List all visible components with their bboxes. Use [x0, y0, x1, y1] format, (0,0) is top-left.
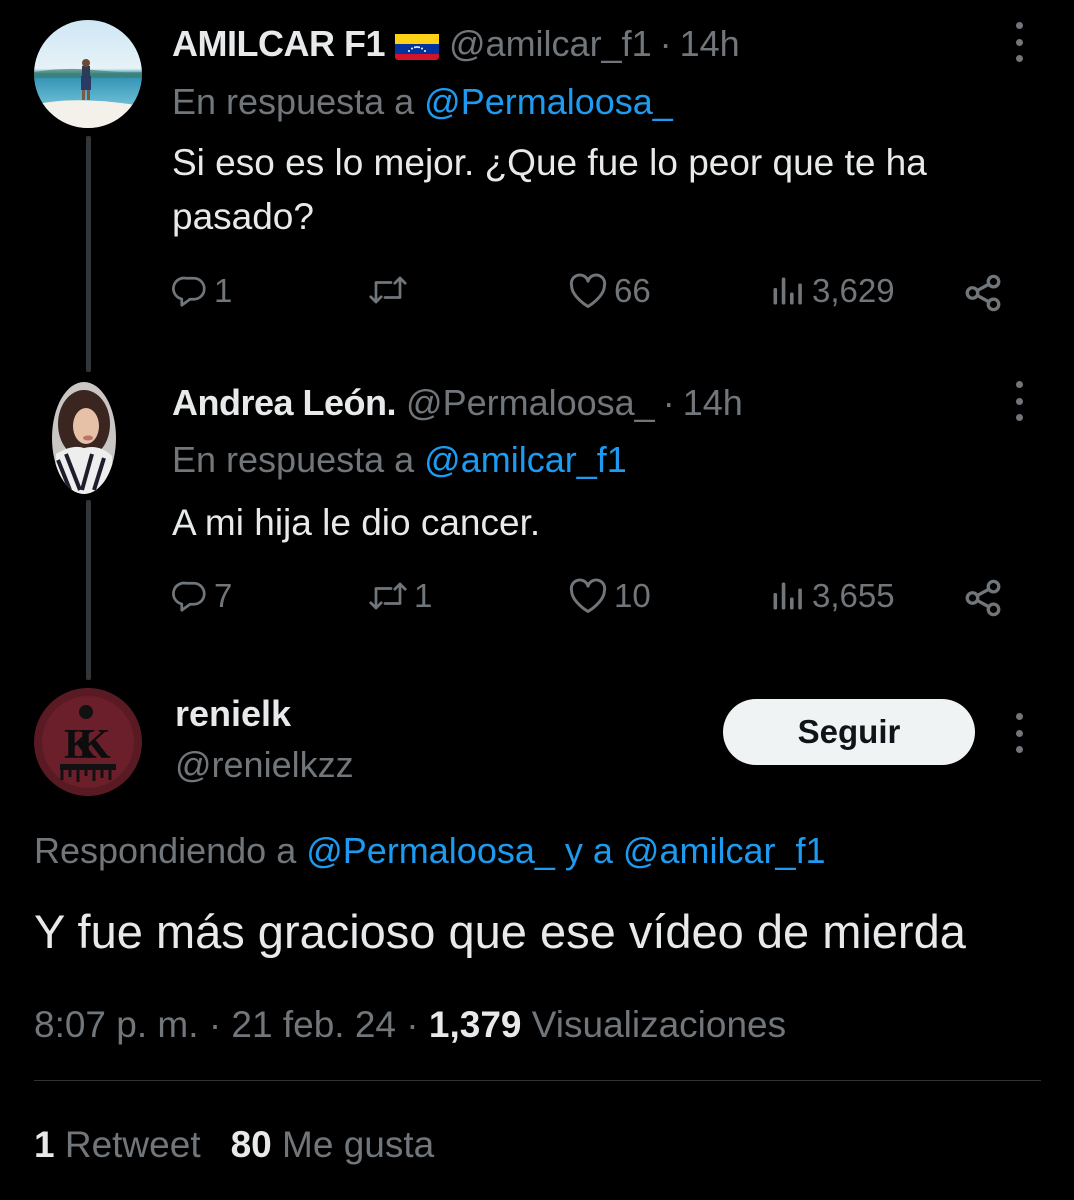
replying-mentions[interactable]: @Permaloosa_ y a @amilcar_f1 [306, 830, 825, 871]
venezuela-flag-icon [395, 30, 439, 60]
timestamp[interactable]: 14h [680, 22, 740, 66]
tweet-header: Andrea León. @Permaloosa_ · 14h [172, 381, 743, 425]
reply-prefix: En respuesta a [172, 439, 415, 480]
separator: · [662, 382, 675, 423]
reply-context: En respuesta a @amilcar_f1 [172, 438, 627, 482]
retweets-label: Retweet [64, 1124, 201, 1165]
reply-icon [172, 581, 206, 612]
like-count: 10 [614, 577, 651, 614]
avatar[interactable]: K K [34, 688, 142, 796]
analytics-icon [773, 277, 802, 305]
post-time[interactable]: 8:07 p. m. [34, 1004, 199, 1045]
views-count: 1,379 [428, 1004, 522, 1045]
replying-context: Respondiendo a @Permaloosa_ y a @amilcar… [34, 828, 826, 874]
thread-line [86, 136, 91, 372]
follow-button[interactable]: Seguir [723, 699, 975, 765]
tweet-actions: 7 1 10 3,655 [172, 577, 1012, 627]
avatar[interactable] [34, 20, 142, 128]
like-button[interactable]: 10 [568, 577, 651, 615]
tweet-actions: 1 66 3,629 [172, 272, 1012, 322]
author-handle[interactable]: @renielkzz [175, 743, 354, 787]
views-button[interactable]: 3,655 [768, 577, 895, 615]
likes-count: 80 [230, 1124, 272, 1165]
reply-prefix: En respuesta a [172, 81, 415, 122]
views-label: Visualizaciones [531, 1004, 787, 1045]
thread-line [86, 500, 91, 680]
tweet-text: Si eso es lo mejor. ¿Que fue lo peor que… [172, 142, 927, 237]
heart-icon [569, 578, 607, 614]
retweet-button[interactable] [368, 272, 414, 308]
author-handle[interactable]: @Permaloosa_ [406, 381, 655, 425]
like-count: 66 [614, 272, 651, 309]
main-tweet-text: Y fue más gracioso que ese vídeo de mier… [34, 905, 966, 958]
tweet-thread-view: AMILCAR F1 @amilcar_f1 · 14h En respuest… [0, 0, 1074, 1200]
reply-count: 7 [214, 577, 233, 614]
separator: · [659, 23, 672, 64]
reply-context: En respuesta a @Permaloosa_ [172, 80, 673, 124]
separator: · [406, 1004, 419, 1045]
share-button[interactable] [962, 577, 1004, 619]
likes-stat[interactable]: 80 Me gusta [231, 1124, 435, 1165]
views-count: 3,629 [812, 272, 895, 309]
separator: · [208, 1004, 222, 1045]
reply-mention[interactable]: @amilcar_f1 [424, 439, 627, 480]
retweet-button[interactable]: 1 [368, 577, 432, 615]
retweet-count: 1 [414, 577, 433, 614]
retweets-stat[interactable]: 1 Retweet [34, 1124, 201, 1165]
author-name[interactable]: renielk [175, 692, 291, 736]
avatar[interactable] [52, 382, 116, 494]
tweet-metadata: 8:07 p. m. · 21 feb. 24 · 1,379 Visualiz… [34, 1002, 786, 1048]
tweet-text: A mi hija le dio cancer. [172, 502, 541, 543]
author-name[interactable]: Andrea León. [172, 381, 397, 425]
reply-mention[interactable]: @Permaloosa_ [424, 81, 673, 122]
post-date[interactable]: 21 feb. 24 [231, 1004, 396, 1045]
tweet-header: AMILCAR F1 @amilcar_f1 · 14h [172, 22, 740, 66]
likes-label: Me gusta [282, 1124, 435, 1165]
share-icon [965, 274, 1001, 312]
replying-prefix: Respondiendo a [34, 830, 297, 871]
timestamp[interactable]: 14h [683, 381, 743, 425]
retweet-icon [369, 582, 407, 610]
engagement-stats: 1 Retweet 80 Me gusta [34, 1122, 434, 1168]
analytics-icon [773, 582, 802, 610]
reply-button[interactable]: 7 [172, 577, 232, 615]
more-options-icon[interactable] [1013, 713, 1025, 753]
share-button[interactable] [962, 272, 1004, 314]
more-options-icon[interactable] [1013, 381, 1025, 421]
like-button[interactable]: 66 [568, 272, 651, 310]
reply-button[interactable]: 1 [172, 272, 232, 310]
author-handle[interactable]: @amilcar_f1 [449, 22, 652, 66]
share-icon [965, 579, 1001, 617]
divider [34, 1080, 1041, 1081]
heart-icon [569, 273, 607, 309]
views-button[interactable]: 3,629 [768, 272, 895, 310]
more-options-icon[interactable] [1013, 22, 1025, 62]
svg-text:K: K [78, 722, 111, 768]
author-name[interactable]: AMILCAR F1 [172, 22, 386, 66]
reply-count: 1 [214, 272, 233, 309]
retweets-count: 1 [34, 1124, 55, 1165]
views-count: 3,655 [812, 577, 895, 614]
retweet-icon [369, 276, 407, 304]
reply-icon [172, 276, 206, 307]
